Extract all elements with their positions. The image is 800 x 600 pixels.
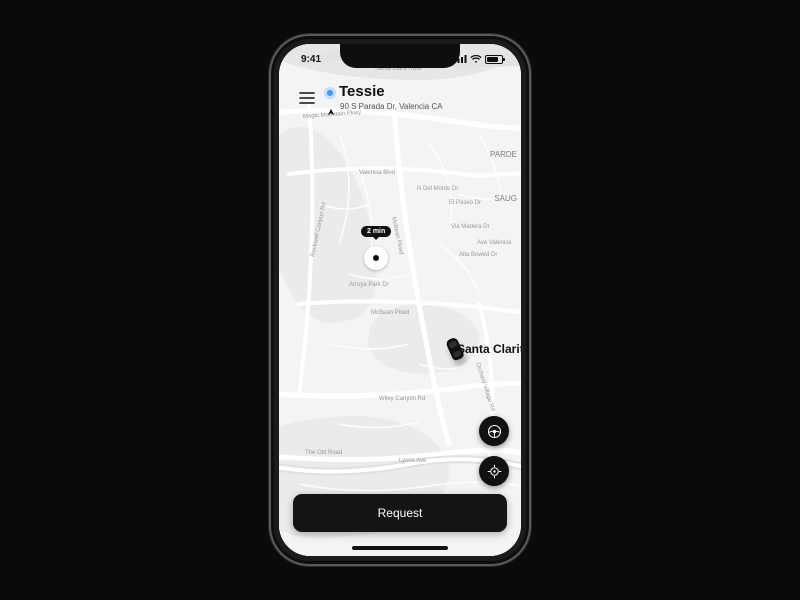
- phone-frame: 9:41: [269, 34, 531, 566]
- fab-column: [479, 416, 509, 486]
- map-label-arroyo: Arroya Park Dr: [349, 282, 389, 288]
- status-time: 9:41: [301, 54, 321, 65]
- map-label-ave-val: Ave Valencia: [477, 240, 511, 246]
- map-label-saug: SAUG: [494, 194, 517, 203]
- map-label-elpaseo: El Paseo Dr: [449, 200, 481, 206]
- pickup-circle: [364, 246, 388, 270]
- pickup-pin[interactable]: 2 min: [361, 220, 391, 270]
- map-label-oldroad: The Old Road: [305, 450, 342, 456]
- home-indicator[interactable]: [352, 546, 448, 550]
- eta-bubble: 2 min: [361, 226, 391, 237]
- map-label-mcbean2: McBean Pkwd: [371, 310, 409, 316]
- map-label-delmonte: N Del Monte Dr: [417, 186, 458, 192]
- status-right: [454, 55, 503, 64]
- map-label-valencia: Valencia Blvd: [359, 170, 395, 176]
- menu-button[interactable]: [297, 88, 317, 108]
- destination-header: Tessie 90 S Parada Dr, Valencia CA: [289, 78, 511, 118]
- request-button-label: Request: [378, 506, 423, 520]
- request-button[interactable]: Request: [293, 494, 507, 532]
- map-label-wiley: Wiley Canyon Rd: [379, 396, 425, 402]
- steering-button[interactable]: [479, 416, 509, 446]
- map-label-bowed: Alta Bowed Dr: [459, 252, 497, 258]
- screen: 9:41: [279, 44, 521, 556]
- destination-address: 90 S Parada Dr, Valencia CA: [340, 103, 443, 112]
- notch: [340, 44, 460, 68]
- wifi-icon: [470, 55, 482, 63]
- locate-me-button[interactable]: [479, 456, 509, 486]
- destination-block[interactable]: Tessie 90 S Parada Dr, Valencia CA: [327, 84, 443, 111]
- current-location-dot-icon: [327, 90, 333, 96]
- nav-arrow-icon: [327, 103, 335, 111]
- map-label-lyons: Lyons Ave: [399, 458, 426, 464]
- map-label-madera: Via Madera Dr: [451, 224, 490, 230]
- map-label-city: Santa Clarita: [457, 342, 521, 356]
- map-label-parde: PARDE: [490, 150, 517, 159]
- battery-icon: [485, 55, 503, 64]
- destination-name: Tessie: [339, 84, 385, 101]
